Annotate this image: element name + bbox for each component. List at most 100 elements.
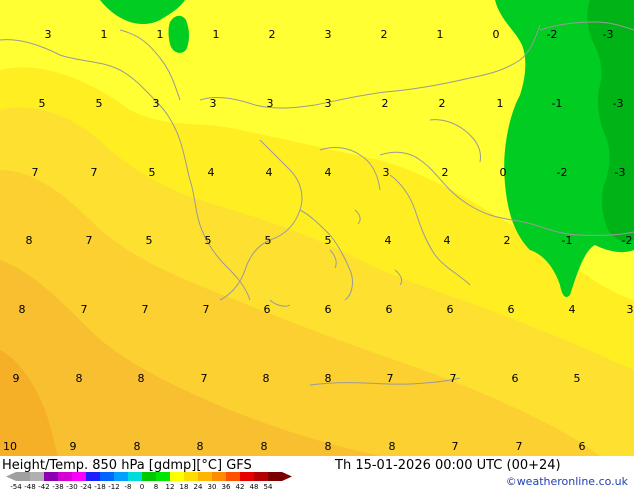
temperature-label: 8 <box>134 440 141 453</box>
temperature-label: 4 <box>385 234 392 247</box>
temperature-label: 10 <box>3 440 17 453</box>
scale-tick-label: -30 <box>66 483 77 490</box>
temperature-label: 1 <box>157 28 164 41</box>
temperature-label: 2 <box>382 97 389 110</box>
weather-map: 3 1 1 1 2 3 2 1 0 -2 -3 5 5 3 3 3 3 2 2 1 -1 -3 7 7 5 4 4 4 3 2 0 -2 -3 8… <box>0 0 634 456</box>
scale-swatch <box>226 472 240 481</box>
scale-swatch <box>16 472 30 481</box>
temperature-label: 8 <box>389 440 396 453</box>
scale-tick-label: 24 <box>194 483 203 490</box>
temperature-label: 7 <box>203 303 210 316</box>
scale-tick-label: 54 <box>264 483 273 490</box>
scale-tick-label: -48 <box>24 483 35 490</box>
temperature-label: 3 <box>45 28 52 41</box>
temperature-label: 6 <box>512 372 519 385</box>
temperature-label: 1 <box>213 28 220 41</box>
temperature-field: 3 1 1 1 2 3 2 1 0 -2 -35 5 3 3 3 3 2 2 1 -1 -37 7 5 4 4 4 3 2 0 -2 -38… <box>0 0 634 456</box>
map-footer: Height/Temp. 850 hPa [gdmp][°C] GFS Th 1… <box>0 456 634 490</box>
field-cold-green-nw2 <box>168 15 189 53</box>
scale-swatch <box>58 472 72 481</box>
temperature-label: 6 <box>508 303 515 316</box>
scale-swatch <box>44 472 58 481</box>
scale-swatch <box>100 472 114 481</box>
temperature-label: 7 <box>450 372 457 385</box>
temperature-label: 2 <box>504 234 511 247</box>
temperature-label: 9 <box>13 372 20 385</box>
scale-swatch <box>212 472 226 481</box>
temperature-label: -3 <box>615 166 626 179</box>
temperature-label: 5 <box>149 166 156 179</box>
scale-swatch <box>156 472 170 481</box>
credit-link[interactable]: ©weatheronline.co.uk <box>506 475 628 488</box>
scale-tick-label: 0 <box>140 483 144 490</box>
temperature-label: 2 <box>381 28 388 41</box>
temperature-label: 7 <box>86 234 93 247</box>
scale-tick-label: 48 <box>250 483 259 490</box>
temperature-label: 7 <box>91 166 98 179</box>
temperature-label: 3 <box>627 303 634 316</box>
temperature-label: 2 <box>439 97 446 110</box>
scale-swatch <box>114 472 128 481</box>
scale-tick-label: -54 <box>10 483 22 490</box>
temperature-label: 3 <box>153 97 160 110</box>
scale-swatch <box>142 472 156 481</box>
scale-tick-label: 42 <box>236 483 245 490</box>
scale-swatch <box>30 472 44 481</box>
temperature-label: 5 <box>146 234 153 247</box>
temperature-label: 4 <box>208 166 215 179</box>
scale-swatch <box>268 472 282 481</box>
temperature-label: 5 <box>325 234 332 247</box>
scale-tick-label: -24 <box>80 483 92 490</box>
scale-arrow-left <box>6 472 16 481</box>
temperature-label: 8 <box>19 303 26 316</box>
scale-tick-label: 36 <box>222 483 231 490</box>
scale-swatch <box>198 472 212 481</box>
temperature-label: 8 <box>197 440 204 453</box>
temperature-label: -2 <box>557 166 568 179</box>
scale-swatch <box>184 472 198 481</box>
scale-swatch <box>254 472 268 481</box>
scale-arrow-right <box>282 472 292 481</box>
scale-tick-label: 12 <box>166 483 175 490</box>
scale-swatch <box>128 472 142 481</box>
scale-swatch <box>86 472 100 481</box>
temperature-label: 5 <box>205 234 212 247</box>
temperature-label: -3 <box>603 28 614 41</box>
temperature-label: 0 <box>493 28 500 41</box>
temperature-label: 7 <box>516 440 523 453</box>
scale-tick-label: 8 <box>154 483 158 490</box>
temperature-label: 6 <box>264 303 271 316</box>
scale-swatch <box>170 472 184 481</box>
temperature-label: 8 <box>26 234 33 247</box>
scale-tick-label: -42 <box>38 483 49 490</box>
temperature-label: 9 <box>70 440 77 453</box>
temperature-label: 3 <box>325 28 332 41</box>
temperature-label: 4 <box>325 166 332 179</box>
temperature-label: 7 <box>201 372 208 385</box>
temperature-label: 3 <box>325 97 332 110</box>
temperature-label: 8 <box>261 440 268 453</box>
temperature-label: 3 <box>383 166 390 179</box>
temperature-label: 6 <box>325 303 332 316</box>
temperature-label: 8 <box>138 372 145 385</box>
temperature-label: 6 <box>386 303 393 316</box>
scale-tick-label: 30 <box>208 483 217 490</box>
temperature-label: 4 <box>444 234 451 247</box>
temperature-label: 8 <box>325 372 332 385</box>
temperature-label: 7 <box>81 303 88 316</box>
temperature-label: 7 <box>32 166 39 179</box>
scale-swatch <box>240 472 254 481</box>
temperature-label: -2 <box>547 28 558 41</box>
temperature-label: 0 <box>500 166 507 179</box>
color-scale: -54 -48 -42 -38 -30 -24 -18 -12 -8 0 8 12 18 24 30 36 42… <box>6 472 292 490</box>
temperature-label: -3 <box>613 97 624 110</box>
temperature-label: -1 <box>552 97 563 110</box>
temperature-label: 2 <box>269 28 276 41</box>
scale-tick-label: -12 <box>108 483 119 490</box>
temperature-label: 4 <box>266 166 273 179</box>
valid-time: Th 15-01-2026 00:00 UTC (00+24) <box>335 458 561 473</box>
temperature-label: 1 <box>101 28 108 41</box>
temperature-label: 3 <box>267 97 274 110</box>
temperature-label: 4 <box>569 303 576 316</box>
temperature-label: 2 <box>442 166 449 179</box>
